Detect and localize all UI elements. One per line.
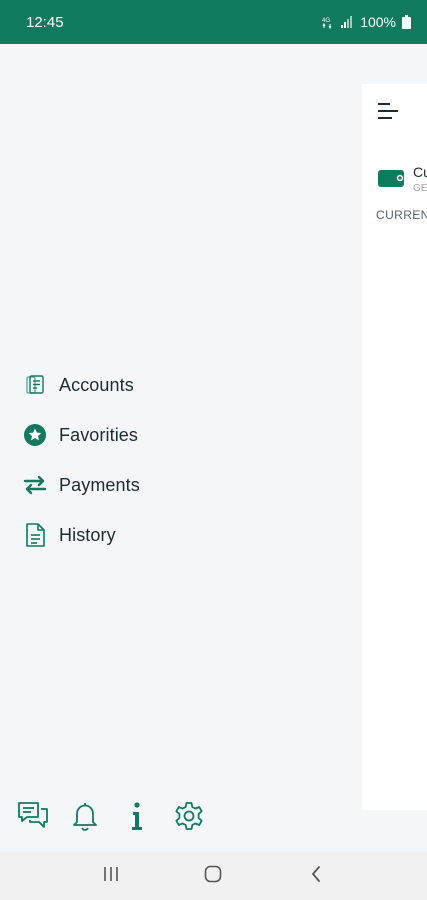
menu-item-favorities[interactable]: Favorities <box>0 410 362 460</box>
recent-apps-button[interactable] <box>91 856 131 896</box>
back-button[interactable] <box>296 856 336 896</box>
svg-text:4G: 4G <box>322 18 330 24</box>
accounts-icon <box>22 372 48 398</box>
navigation-drawer: Accounts Favorities Payments History <box>0 44 362 852</box>
account-name: Cu <box>413 164 427 180</box>
gear-icon <box>173 800 205 837</box>
section-label: CURREN <box>376 208 427 222</box>
recent-apps-icon <box>102 866 120 887</box>
star-icon <box>22 422 48 448</box>
main-panel: Cu GE CURREN <box>362 84 427 810</box>
document-icon <box>22 522 48 548</box>
drawer-menu: Accounts Favorities Payments History <box>0 360 362 560</box>
settings-button[interactable] <box>172 800 206 836</box>
system-nav-bar <box>0 852 427 900</box>
drawer-bottom-actions <box>16 800 206 836</box>
back-icon <box>310 865 322 888</box>
info-button[interactable] <box>120 800 154 836</box>
battery-percent: 100% <box>360 14 396 30</box>
menu-label-payments: Payments <box>59 474 140 495</box>
battery-icon <box>402 15 411 29</box>
account-card[interactable]: Cu GE <box>376 164 427 204</box>
account-number: GE <box>413 183 427 194</box>
home-icon <box>203 864 223 889</box>
chat-icon <box>16 800 50 837</box>
menu-label-history: History <box>59 524 116 545</box>
menu-item-payments[interactable]: Payments <box>0 460 362 510</box>
status-bar: 12:45 4G 100% <box>0 0 427 44</box>
menu-toggle-icon[interactable] <box>376 100 400 122</box>
status-time: 12:45 <box>26 13 64 31</box>
signal-icon <box>340 15 354 29</box>
data-4g-icon: 4G <box>322 15 334 29</box>
home-button[interactable] <box>193 856 233 896</box>
status-indicators: 4G 100% <box>322 14 411 30</box>
menu-item-history[interactable]: History <box>0 510 362 560</box>
menu-item-accounts[interactable]: Accounts <box>0 360 362 410</box>
wallet-icon <box>378 168 404 193</box>
bell-icon <box>71 800 99 837</box>
notifications-button[interactable] <box>68 800 102 836</box>
transfer-arrows-icon <box>22 472 48 498</box>
chat-button[interactable] <box>16 800 50 836</box>
menu-label-favorities: Favorities <box>59 424 139 445</box>
info-icon <box>129 800 145 837</box>
menu-label-accounts: Accounts <box>59 374 134 395</box>
